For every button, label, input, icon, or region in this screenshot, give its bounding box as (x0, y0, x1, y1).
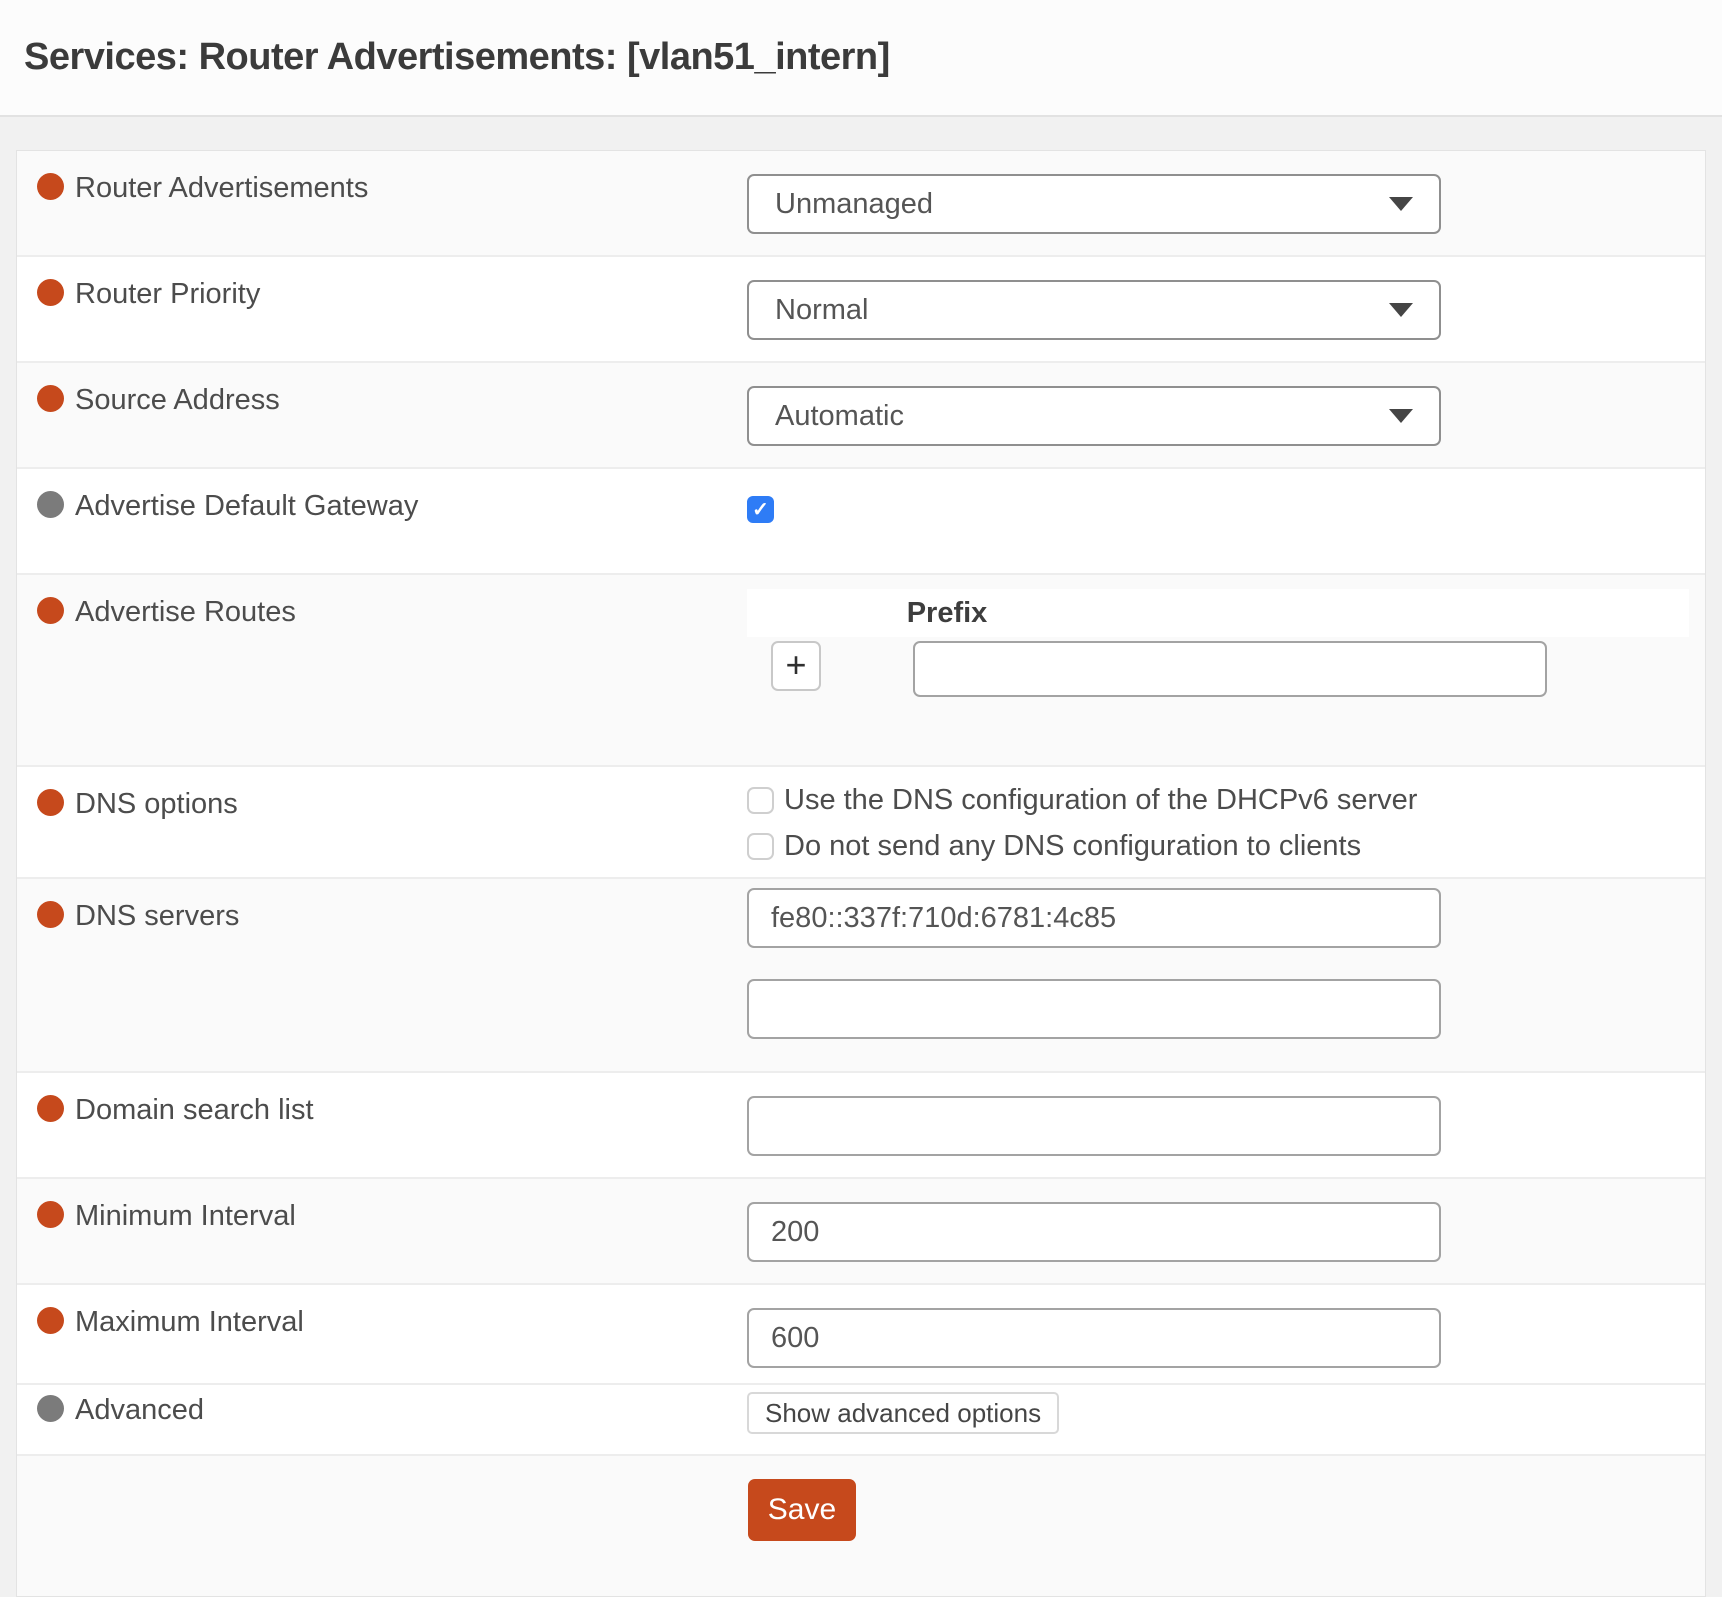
row-save: Save (17, 1456, 1705, 1596)
label-cell: Advertise Default Gateway (17, 469, 747, 573)
info-icon[interactable] (37, 491, 64, 518)
control-cell: Automatic (747, 363, 1705, 467)
field-label: DNS servers (75, 899, 239, 933)
page-header: Services: Router Advertisements: [vlan51… (0, 0, 1722, 117)
label-cell: Domain search list (17, 1073, 747, 1177)
row-domain-search-list: Domain search list (17, 1073, 1705, 1179)
control-cell: Prefix + (747, 575, 1705, 765)
field-label: Advertise Routes (75, 595, 296, 629)
dns-option-row: Do not send any DNS configuration to cli… (747, 823, 1705, 869)
info-icon[interactable] (37, 279, 64, 306)
route-prefix-input[interactable] (913, 641, 1547, 697)
row-maximum-interval: Maximum Interval (17, 1285, 1705, 1385)
row-router-priority: Router Priority Normal (17, 257, 1705, 363)
control-cell (747, 1179, 1705, 1283)
add-route-button[interactable]: + (771, 641, 821, 691)
use-dhcpv6-dns-checkbox[interactable] (747, 787, 774, 814)
checkbox-label: Use the DNS configuration of the DHCPv6 … (784, 784, 1417, 817)
save-button[interactable]: Save (748, 1479, 856, 1541)
field-label: Advanced (75, 1393, 204, 1427)
label-cell: Maximum Interval (17, 1285, 747, 1383)
field-label: Router Advertisements (75, 171, 368, 205)
advertise-default-gateway-checkbox[interactable] (747, 496, 774, 523)
info-icon[interactable] (37, 1395, 64, 1422)
label-cell: Minimum Interval (17, 1179, 747, 1283)
field-label: Minimum Interval (75, 1199, 296, 1233)
label-cell: Advanced (17, 1385, 747, 1454)
chevron-down-icon (1389, 409, 1413, 423)
row-source-address: Source Address Automatic (17, 363, 1705, 469)
page-title: Services: Router Advertisements: [vlan51… (24, 36, 890, 79)
dns-option-row: Use the DNS configuration of the DHCPv6 … (747, 777, 1705, 823)
label-cell: Advertise Routes (17, 575, 747, 765)
row-dns-options: DNS options Use the DNS configuration of… (17, 767, 1705, 879)
control-cell: Show advanced options (747, 1385, 1705, 1454)
row-advanced: Advanced Show advanced options (17, 1385, 1705, 1456)
control-cell (747, 1073, 1705, 1177)
selected-value: Unmanaged (775, 188, 933, 221)
form-content: Router Advertisements Unmanaged Router P… (0, 117, 1722, 1597)
source-address-select[interactable]: Automatic (747, 386, 1441, 446)
routes-table-row: + (747, 641, 1705, 697)
row-router-advertisements: Router Advertisements Unmanaged (17, 151, 1705, 257)
control-cell: Use the DNS configuration of the DHCPv6 … (747, 767, 1705, 877)
info-icon[interactable] (37, 1307, 64, 1334)
minimum-interval-input[interactable] (747, 1202, 1441, 1262)
label-cell: Router Priority (17, 257, 747, 361)
info-icon[interactable] (37, 1095, 64, 1122)
field-label: Advertise Default Gateway (75, 489, 418, 523)
field-label: Domain search list (75, 1093, 314, 1127)
chevron-down-icon (1389, 303, 1413, 317)
domain-search-list-input[interactable] (747, 1096, 1441, 1156)
info-icon[interactable] (37, 385, 64, 412)
no-dns-config-checkbox[interactable] (747, 833, 774, 860)
field-label: Router Priority (75, 277, 260, 311)
prefix-column-header: Prefix (747, 597, 1147, 630)
field-label: Maximum Interval (75, 1305, 304, 1339)
router-advertisements-select[interactable]: Unmanaged (747, 174, 1441, 234)
row-advertise-routes: Advertise Routes Prefix + (17, 575, 1705, 767)
info-icon[interactable] (37, 789, 64, 816)
row-minimum-interval: Minimum Interval (17, 1179, 1705, 1285)
label-cell: Router Advertisements (17, 151, 747, 255)
label-cell (17, 1456, 747, 1596)
control-cell (747, 1285, 1705, 1383)
info-icon[interactable] (37, 597, 64, 624)
dns-server-2-input[interactable] (747, 979, 1441, 1039)
info-icon[interactable] (37, 173, 64, 200)
selected-value: Normal (775, 294, 868, 327)
maximum-interval-input[interactable] (747, 1308, 1441, 1368)
settings-form-table: Router Advertisements Unmanaged Router P… (16, 150, 1706, 1597)
label-cell: Source Address (17, 363, 747, 467)
routes-table-header: Prefix (747, 589, 1689, 637)
control-cell: Normal (747, 257, 1705, 361)
row-advertise-default-gateway: Advertise Default Gateway (17, 469, 1705, 575)
field-label: DNS options (75, 787, 238, 821)
field-label: Source Address (75, 383, 280, 417)
info-icon[interactable] (37, 1201, 64, 1228)
checkbox-label: Do not send any DNS configuration to cli… (784, 830, 1361, 863)
control-cell (747, 879, 1705, 1071)
dns-server-1-input[interactable] (747, 888, 1441, 948)
router-priority-select[interactable]: Normal (747, 280, 1441, 340)
chevron-down-icon (1389, 197, 1413, 211)
control-cell: Save (747, 1456, 1705, 1596)
label-cell: DNS servers (17, 879, 747, 1071)
selected-value: Automatic (775, 400, 904, 433)
info-icon[interactable] (37, 901, 64, 928)
control-cell (747, 469, 1705, 573)
label-cell: DNS options (17, 767, 747, 877)
row-dns-servers: DNS servers (17, 879, 1705, 1073)
show-advanced-options-button[interactable]: Show advanced options (747, 1392, 1059, 1434)
control-cell: Unmanaged (747, 151, 1705, 255)
